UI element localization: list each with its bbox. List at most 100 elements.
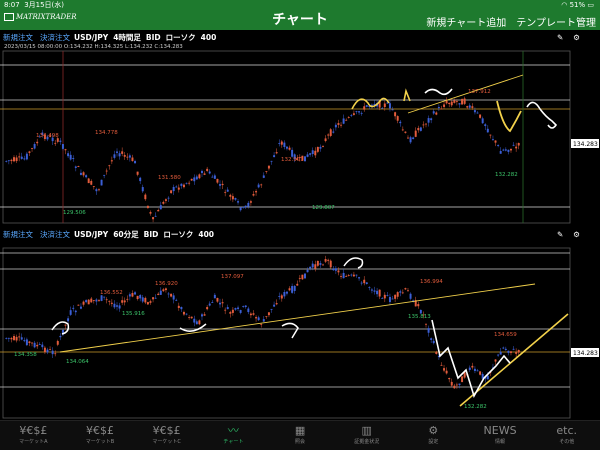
candle-body: [164, 288, 167, 291]
timeframe-select[interactable]: 60分足: [113, 228, 138, 241]
candle-body: [234, 198, 237, 200]
logo-icon: [4, 13, 14, 21]
pencil-icon[interactable]: ✎: [557, 31, 563, 44]
tab-gear[interactable]: ⚙ 設定: [400, 421, 467, 450]
currency-icon: ¥€$£: [152, 424, 181, 437]
candlestick-chart-60m[interactable]: 136.552 136.920 137.097 135.916 134.358 134.0…: [0, 228, 600, 420]
candle-body: [249, 201, 252, 203]
tab-label: マーケットA: [19, 439, 48, 445]
candle-body: [136, 171, 139, 175]
tab-currency[interactable]: ¥€$£ マーケットA: [0, 421, 67, 450]
candle-body: [170, 190, 173, 194]
candle-body: [504, 149, 507, 151]
candle-body: [182, 184, 185, 188]
add-chart-button[interactable]: 新規チャート追加: [426, 14, 506, 29]
candle-body: [368, 287, 371, 288]
candle-body: [110, 302, 113, 304]
candle-body: [479, 114, 482, 118]
candle-body: [288, 147, 291, 150]
price-type-select[interactable]: BID: [144, 228, 159, 241]
candle-body: [13, 336, 15, 341]
price-label: 134.498: [36, 133, 59, 139]
new-order-button[interactable]: 新規注文: [3, 228, 33, 241]
candle-body: [5, 337, 8, 339]
tab-margin[interactable]: ▥ 証拠金状況: [333, 421, 400, 450]
candle-body: [193, 177, 196, 182]
symbol-select[interactable]: USD/JPY: [74, 228, 108, 241]
pencil-icon[interactable]: ✎: [557, 228, 563, 241]
chart-style-select[interactable]: ローソク: [163, 228, 193, 241]
candle-body: [466, 106, 469, 108]
candle-body: [231, 196, 234, 200]
candle-body: [46, 349, 49, 353]
candle-body: [136, 295, 139, 300]
tab-currency[interactable]: ¥€$£ マーケットB: [67, 421, 134, 450]
candle-body: [134, 292, 137, 295]
candle-body: [224, 309, 227, 311]
candle-body: [167, 293, 170, 295]
candle-body: [257, 184, 260, 188]
candle-body: [427, 118, 430, 123]
candle-body: [443, 368, 446, 371]
gear-icon[interactable]: ⚙: [573, 228, 580, 241]
candle-body: [396, 116, 399, 121]
candle-body: [141, 297, 144, 302]
tab-currency[interactable]: ¥€$£ マーケットC: [133, 421, 200, 450]
candle-body: [517, 142, 520, 146]
gear-icon[interactable]: ⚙: [573, 31, 580, 44]
candle-body: [157, 293, 160, 296]
tab-search[interactable]: ▦ 照会: [267, 421, 334, 450]
candle-body: [211, 176, 214, 178]
candle-body: [59, 140, 62, 142]
candle-body: [59, 335, 62, 338]
timeframe-select[interactable]: 4時間足: [113, 31, 141, 44]
candle-body: [54, 353, 57, 355]
price-label: 129.506: [63, 210, 86, 216]
candle-body: [64, 149, 67, 151]
tab-etc[interactable]: etc. その他: [533, 421, 600, 450]
candle-body: [453, 385, 456, 389]
bar-count-select[interactable]: 400: [198, 228, 214, 241]
candle-body: [296, 283, 299, 286]
candle-body: [18, 336, 21, 338]
candle-body: [219, 302, 221, 305]
candle-body: [347, 275, 350, 276]
candle-body: [352, 274, 355, 277]
candle-body: [141, 187, 144, 192]
candle-body: [502, 149, 505, 151]
candle-body: [267, 165, 270, 169]
settle-order-button[interactable]: 決済注文: [40, 228, 70, 241]
template-management-button[interactable]: テンプレート管理: [516, 14, 596, 29]
candlestick-chart-4h[interactable]: 2023/01 134.498134.778129.506131.580127.…: [0, 31, 600, 226]
chart-style-select[interactable]: ローソク: [166, 31, 196, 44]
candle-body: [20, 337, 23, 340]
price-label: 135.813: [408, 314, 431, 320]
candle-body: [237, 307, 240, 309]
chart-panel-4h: 2023/01 134.498134.778129.506131.580127.…: [0, 31, 600, 226]
candle-body: [172, 295, 175, 300]
tab-label: その他: [559, 439, 575, 445]
candle-body: [463, 98, 466, 104]
candle-body: [404, 288, 407, 290]
settle-order-button[interactable]: 決済注文: [40, 31, 70, 44]
chart-icon: 〰: [227, 424, 239, 437]
bar-count-select[interactable]: 400: [201, 31, 217, 44]
candle-body: [195, 321, 198, 325]
candle-body: [25, 153, 28, 160]
candle-body: [159, 290, 162, 295]
candle-body: [54, 142, 57, 144]
tab-news[interactable]: NEWS 情報: [467, 421, 534, 450]
candle-body: [430, 338, 433, 340]
candle-body: [180, 306, 183, 310]
tab-chart[interactable]: 〰チャート: [200, 421, 267, 450]
candle-body: [332, 269, 335, 271]
candle-body: [278, 296, 281, 297]
candle-body: [213, 294, 216, 299]
candle-body: [486, 375, 489, 380]
new-order-button[interactable]: 新規注文: [3, 31, 33, 44]
candle-body: [409, 137, 412, 143]
symbol-select[interactable]: USD/JPY: [74, 31, 108, 44]
price-type-select[interactable]: BID: [146, 31, 161, 44]
candle-body: [342, 118, 345, 124]
candle-body: [278, 143, 281, 144]
